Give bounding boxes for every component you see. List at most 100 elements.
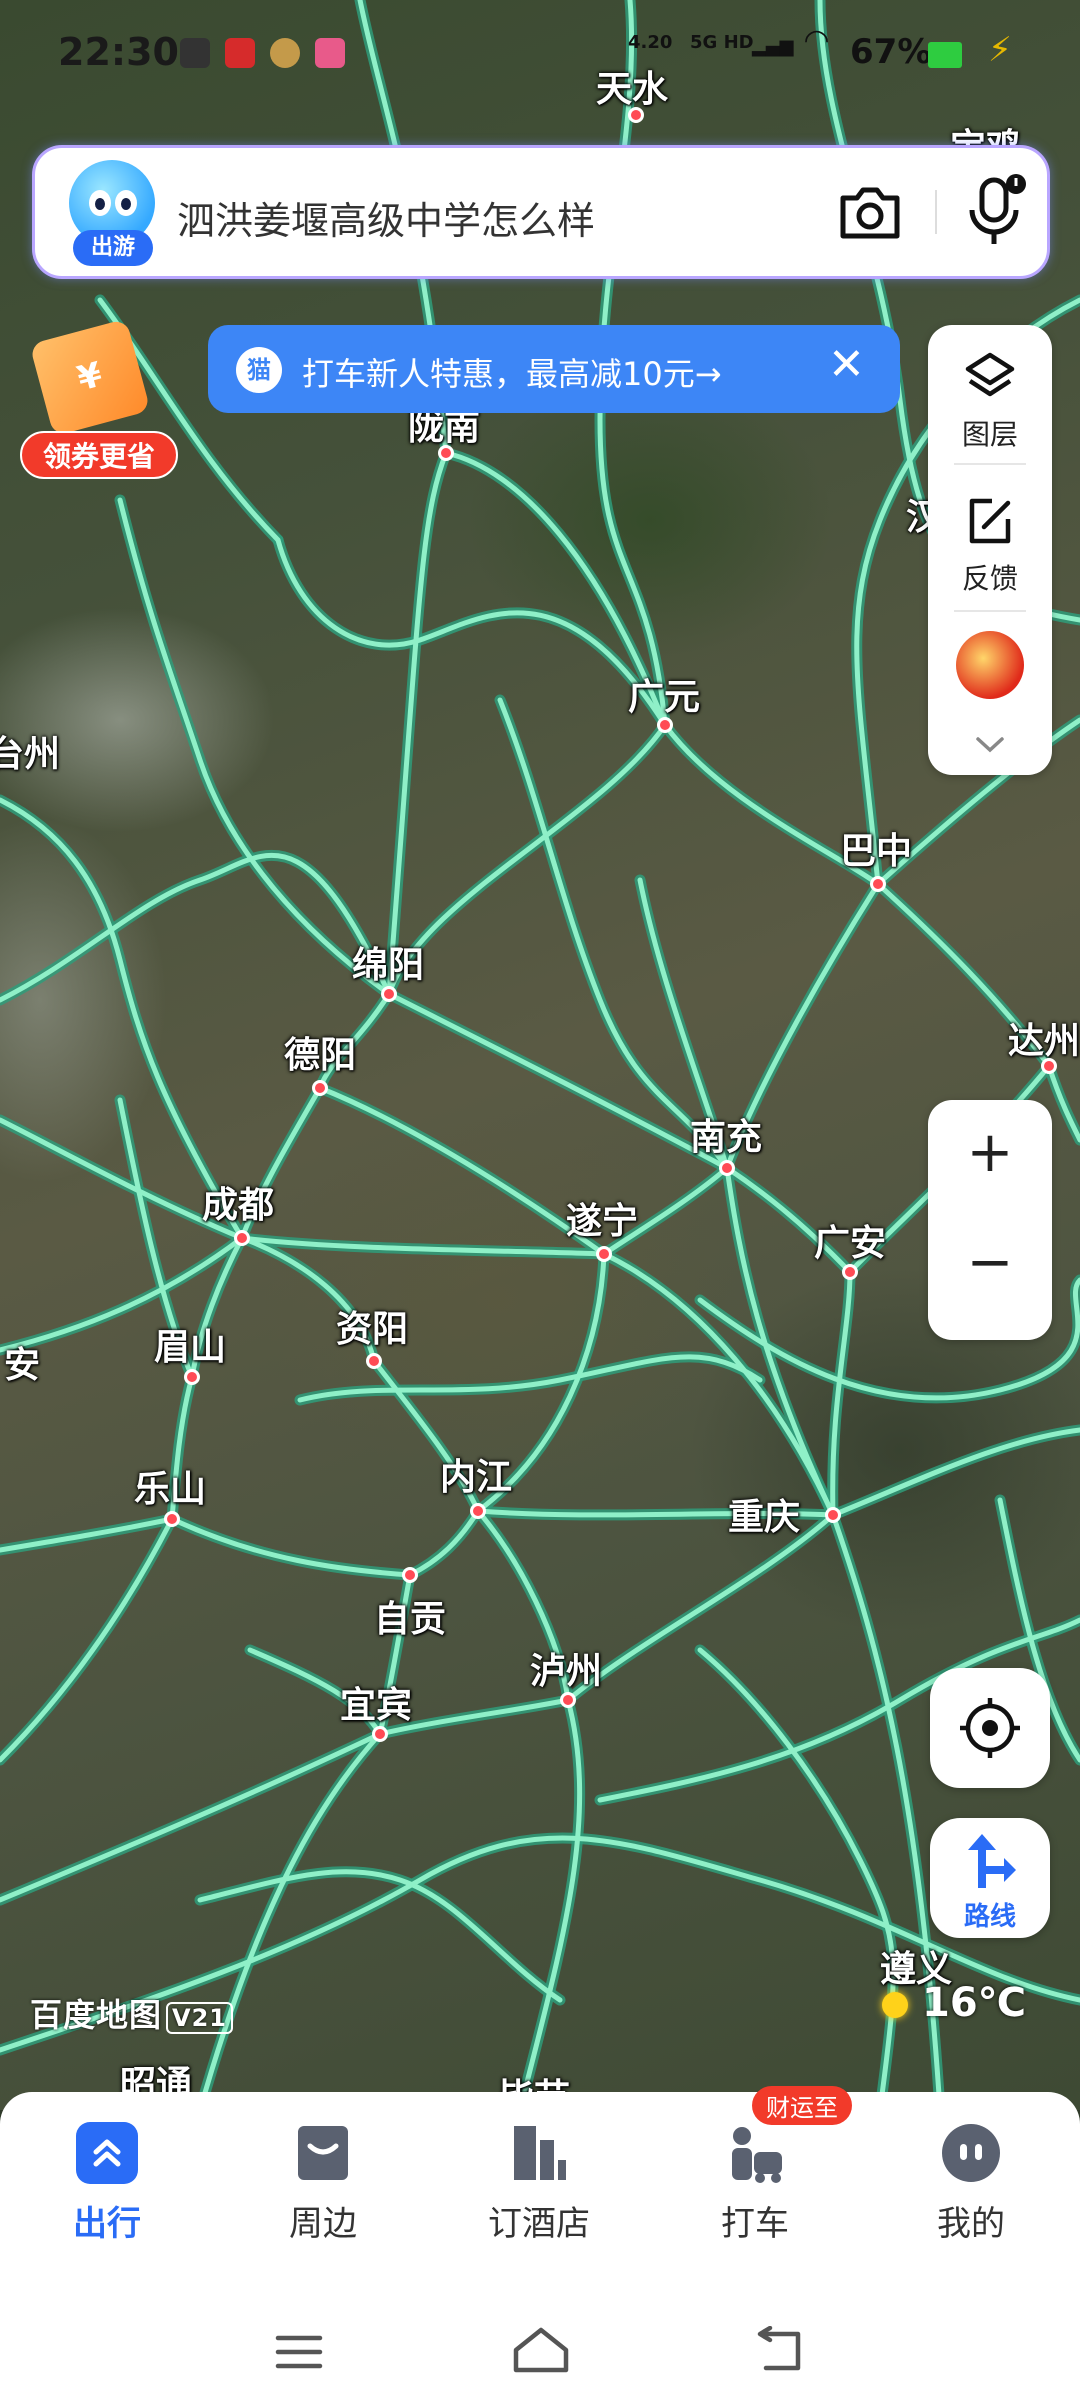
app-notification-icon [315, 38, 345, 68]
city-label[interactable]: 安 [4, 1336, 40, 1388]
search-input[interactable]: 泗洪姜堰高级中学怎么样 [177, 190, 595, 245]
layers-button[interactable]: 图层 [928, 349, 1052, 453]
city-dot[interactable] [470, 1503, 486, 1519]
logo-text: 百度地图 [30, 1996, 163, 2034]
city-dot[interactable] [366, 1353, 382, 1369]
signal-icon: ▂▄▆ [752, 36, 794, 57]
road [0, 1516, 175, 1553]
road [497, 697, 730, 1171]
nav-label: 周边 [289, 2204, 357, 2244]
nav-item-travel[interactable]: 出行 [22, 2122, 192, 2245]
feedback-button[interactable]: 反馈 [928, 493, 1052, 597]
camera-icon[interactable] [835, 178, 905, 244]
city-label[interactable]: 资阳 [336, 1300, 408, 1352]
road-outline [494, 694, 733, 1174]
nav-item-hotel[interactable]: 订酒店 [454, 2122, 624, 2245]
city-label[interactable]: 泸州 [530, 1642, 602, 1694]
taxi-icon [724, 2122, 786, 2184]
city-label[interactable]: 重庆 [728, 1488, 800, 1540]
close-icon[interactable]: ✕ [828, 339, 865, 390]
city-label[interactable]: 宜宾 [340, 1676, 412, 1728]
city-label[interactable]: 自贡 [374, 1590, 446, 1642]
home-icon[interactable] [512, 2324, 570, 2376]
microphone-icon[interactable] [960, 172, 1030, 250]
city-dot[interactable] [596, 1246, 612, 1262]
road-outline [404, 1505, 484, 1581]
city-label[interactable]: 内江 [440, 1448, 512, 1500]
coupon-ticket-icon: ¥ [29, 318, 151, 437]
city-dot[interactable] [719, 1160, 735, 1176]
nav-item-taxi[interactable]: 打车 [670, 2122, 840, 2245]
weather-temperature: 16℃ [922, 1980, 1027, 2026]
event-promo-icon[interactable] [956, 631, 1024, 699]
city-dot[interactable] [381, 986, 397, 1002]
city-label[interactable]: 德阳 [284, 1026, 356, 1078]
city-label[interactable]: 南充 [690, 1108, 762, 1160]
city-label[interactable]: 台州 [0, 725, 60, 777]
coupon-widget[interactable]: ¥ 领券更省 [20, 318, 180, 480]
network-type: 5G HD [690, 32, 754, 53]
road-outline [272, 534, 671, 731]
city-dot[interactable] [372, 1726, 388, 1742]
system-navigation-bar [0, 2292, 1080, 2400]
route-button[interactable]: 路线 [930, 1818, 1050, 1938]
edit-icon [969, 498, 1011, 544]
zoom-in-button[interactable]: + [928, 1120, 1052, 1185]
layers-label: 图层 [961, 418, 1018, 451]
city-dot[interactable] [438, 445, 454, 461]
city-dot[interactable] [184, 1369, 200, 1385]
bag-icon [292, 2122, 354, 2184]
chevron-down-icon[interactable] [970, 733, 1010, 757]
city-label[interactable]: 广元 [628, 668, 700, 720]
city-dot[interactable] [1041, 1058, 1057, 1074]
city-dot[interactable] [870, 876, 886, 892]
nav-item-profile[interactable]: 我的 [886, 2122, 1056, 2245]
locate-button[interactable] [930, 1668, 1050, 1788]
nav-label: 打车 [721, 2204, 789, 2244]
battery-percent: 67% [850, 32, 932, 72]
road [517, 1697, 583, 2110]
city-label[interactable]: 巴中 [840, 822, 912, 874]
feedback-label: 反馈 [961, 562, 1018, 595]
city-label[interactable]: 达州 [1008, 1012, 1080, 1064]
divider [954, 610, 1026, 612]
city-label[interactable]: 乐山 [134, 1460, 206, 1512]
city-dot[interactable] [164, 1511, 180, 1527]
back-icon[interactable] [752, 2326, 806, 2376]
zoom-control: + − [928, 1100, 1052, 1340]
nav-item-nearby[interactable]: 周边 [238, 2122, 408, 2245]
travel-icon [76, 2122, 138, 2184]
city-label[interactable]: 绵阳 [352, 936, 424, 988]
avatar-eye [89, 190, 111, 216]
city-dot[interactable] [842, 1264, 858, 1280]
city-dot[interactable] [825, 1507, 841, 1523]
weather-widget[interactable]: 16℃ [882, 1980, 1026, 2026]
city-label[interactable]: 遂宁 [566, 1192, 638, 1244]
city-label[interactable]: 广安 [814, 1214, 886, 1266]
search-bar[interactable]: 出游 泗洪姜堰高级中学怎么样 [32, 145, 1050, 279]
nav-label: 我的 [937, 2204, 1005, 2244]
nav-label: 出行 [73, 2204, 141, 2244]
sun-icon [882, 1992, 908, 2018]
layers-icon [965, 352, 1015, 397]
city-label[interactable]: 成都 [202, 1176, 274, 1228]
taxi-badge: 财运至 [752, 2086, 852, 2125]
menu-icon[interactable] [274, 2332, 324, 2372]
taxi-promo-banner[interactable]: 猫 打车新人特惠，最高减10元→ ✕ [208, 325, 900, 413]
city-dot[interactable] [402, 1567, 418, 1583]
map-canvas[interactable]: 天水宝鸡陇南汉广元台州巴中绵阳达州德阳南充成都遂宁广安安眉山资阳内江乐山重庆自贡… [0, 0, 1080, 2110]
city-dot[interactable] [234, 1230, 250, 1246]
avatar-tag: 出游 [73, 230, 153, 266]
zoom-out-button[interactable]: − [928, 1230, 1052, 1295]
city-dot[interactable] [628, 107, 644, 123]
road [0, 797, 245, 1241]
city-dot[interactable] [657, 717, 673, 733]
city-dot[interactable] [312, 1080, 328, 1096]
charging-icon: ⚡ [988, 30, 1012, 70]
coupon-label: 领券更省 [20, 431, 178, 479]
city-dot[interactable] [560, 1692, 576, 1708]
city-label[interactable]: 眉山 [154, 1318, 226, 1370]
app-notification-icon [225, 38, 255, 68]
avatar-eye [115, 190, 137, 216]
cat-icon: 猫 [236, 347, 282, 393]
